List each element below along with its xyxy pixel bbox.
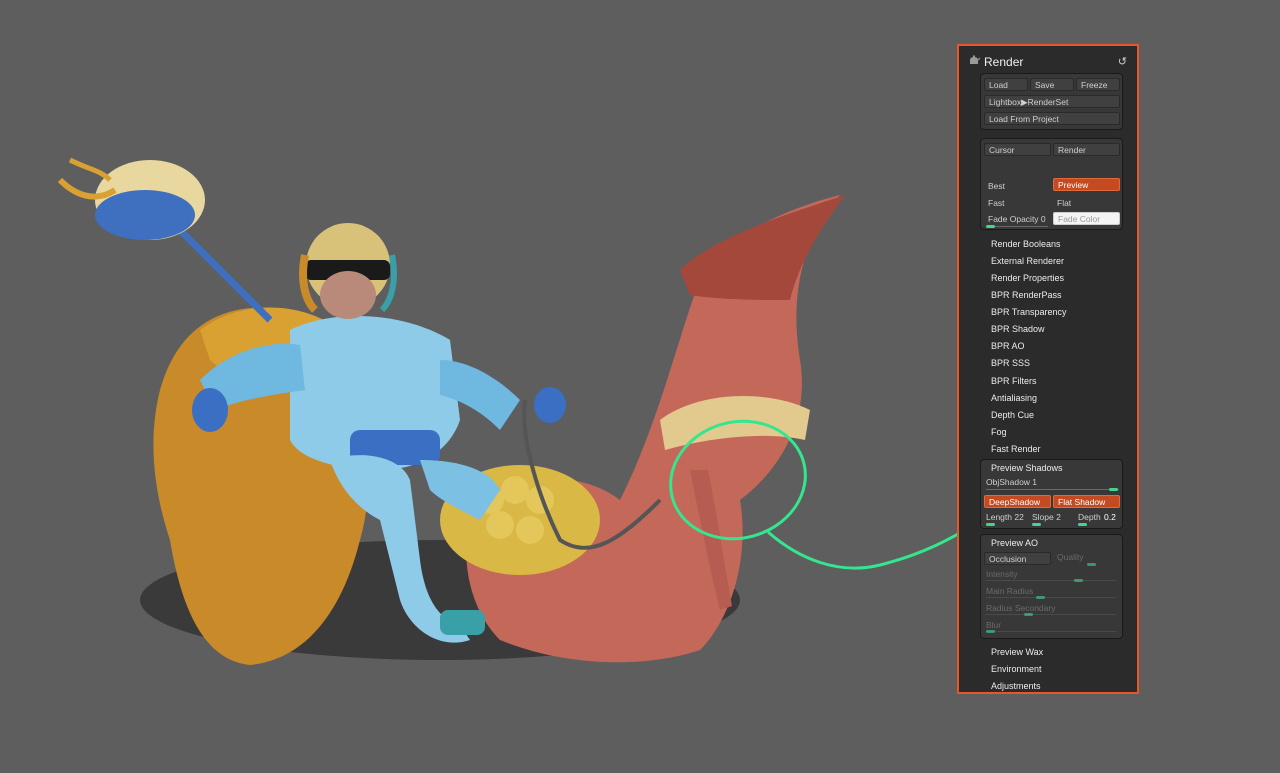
flat-button[interactable]: Flat: [1057, 198, 1071, 208]
render-palette: Render ↺ Load Save Freeze Lightbox▶Rende…: [957, 44, 1139, 694]
menu-render-booleans[interactable]: Render Booleans: [991, 239, 1061, 249]
menu-external-renderer[interactable]: External Renderer: [991, 256, 1064, 266]
menu-fog[interactable]: Fog: [991, 427, 1007, 437]
main-radius-track[interactable]: [986, 597, 1116, 598]
render-mode-group: Cursor Render Best Preview Fast Flat Fad…: [980, 138, 1123, 230]
menu-bpr-transparency[interactable]: BPR Transparency: [991, 307, 1067, 317]
reset-icon[interactable]: ↺: [1118, 55, 1127, 68]
preview-shadows-title[interactable]: Preview Shadows: [991, 463, 1063, 473]
intensity-knob[interactable]: [1074, 579, 1083, 582]
fade-color-swatch[interactable]: Fade Color: [1053, 212, 1120, 225]
slope-knob[interactable]: [1032, 523, 1041, 526]
main-radius-knob[interactable]: [1036, 596, 1045, 599]
objshadow-track[interactable]: [986, 489, 1119, 490]
menu-depth-cue[interactable]: Depth Cue: [991, 410, 1034, 420]
freeze-button[interactable]: Freeze: [1076, 78, 1120, 91]
length-slider[interactable]: Length 22: [986, 512, 1024, 522]
lightbox-renderset-button[interactable]: Lightbox▶RenderSet: [984, 95, 1120, 108]
menu-adjustments[interactable]: Adjustments: [991, 681, 1041, 691]
blur-track[interactable]: [986, 631, 1116, 632]
main-radius-slider[interactable]: Main Radius: [986, 586, 1033, 596]
menu-bpr-shadow[interactable]: BPR Shadow: [991, 324, 1045, 334]
fade-opacity-track[interactable]: [986, 226, 1048, 227]
radius-secondary-slider[interactable]: Radius Secondary: [986, 603, 1055, 613]
depth-value: 0.2: [1104, 512, 1116, 522]
occlusion-button[interactable]: Occlusion: [984, 552, 1051, 565]
render-palette-header[interactable]: Render ↺: [959, 52, 1137, 72]
preview-shadows-group: Preview Shadows ObjShadow 1 DeepShadow F…: [980, 459, 1123, 529]
fade-opacity-knob[interactable]: [986, 225, 995, 228]
intensity-track[interactable]: [986, 580, 1116, 581]
menu-environment[interactable]: Environment: [991, 664, 1042, 674]
objshadow-knob[interactable]: [1109, 488, 1118, 491]
flat-shadow-button[interactable]: Flat Shadow: [1053, 495, 1120, 508]
radius-secondary-track[interactable]: [986, 614, 1116, 615]
length-knob[interactable]: [986, 523, 995, 526]
save-button[interactable]: Save: [1030, 78, 1074, 91]
radius-secondary-knob[interactable]: [1024, 613, 1033, 616]
menu-bpr-sss[interactable]: BPR SSS: [991, 358, 1030, 368]
slope-slider[interactable]: Slope 2: [1032, 512, 1061, 522]
file-group: Load Save Freeze Lightbox▶RenderSet Load…: [980, 73, 1123, 130]
depth-knob[interactable]: [1078, 523, 1087, 526]
menu-bpr-filters[interactable]: BPR Filters: [991, 376, 1037, 386]
blur-slider[interactable]: Blur: [986, 620, 1001, 630]
menu-render-properties[interactable]: Render Properties: [991, 273, 1064, 283]
preview-ao-group: Preview AO Occlusion Quality Intensity M…: [980, 534, 1123, 639]
palette-title: Render: [984, 55, 1024, 69]
preview-button[interactable]: Preview: [1053, 178, 1120, 191]
fast-button[interactable]: Fast: [988, 198, 1005, 208]
load-button[interactable]: Load: [984, 78, 1028, 91]
intensity-slider[interactable]: Intensity: [986, 569, 1018, 579]
menu-antialiasing[interactable]: Antialiasing: [991, 393, 1037, 403]
objshadow-slider[interactable]: ObjShadow 1: [986, 477, 1037, 487]
depth-label[interactable]: Depth: [1078, 512, 1101, 522]
render-button[interactable]: Render: [1053, 143, 1120, 156]
menu-fast-render[interactable]: Fast Render: [991, 444, 1041, 454]
quality-knob[interactable]: [1087, 563, 1096, 566]
menu-bpr-ao[interactable]: BPR AO: [991, 341, 1025, 351]
menu-bpr-renderpass[interactable]: BPR RenderPass: [991, 290, 1062, 300]
fade-opacity-slider[interactable]: Fade Opacity 0: [988, 214, 1046, 224]
quality-slider[interactable]: Quality: [1057, 552, 1083, 562]
preview-ao-title[interactable]: Preview AO: [991, 538, 1038, 548]
sculpt-preview-image: [0, 157, 950, 773]
teapot-icon: [970, 55, 981, 64]
menu-preview-wax[interactable]: Preview Wax: [991, 647, 1043, 657]
best-button[interactable]: Best: [988, 181, 1005, 191]
cursor-button[interactable]: Cursor: [984, 143, 1051, 156]
blur-knob[interactable]: [986, 630, 995, 633]
load-from-project-button[interactable]: Load From Project: [984, 112, 1120, 125]
deepshadow-button[interactable]: DeepShadow: [984, 495, 1051, 508]
